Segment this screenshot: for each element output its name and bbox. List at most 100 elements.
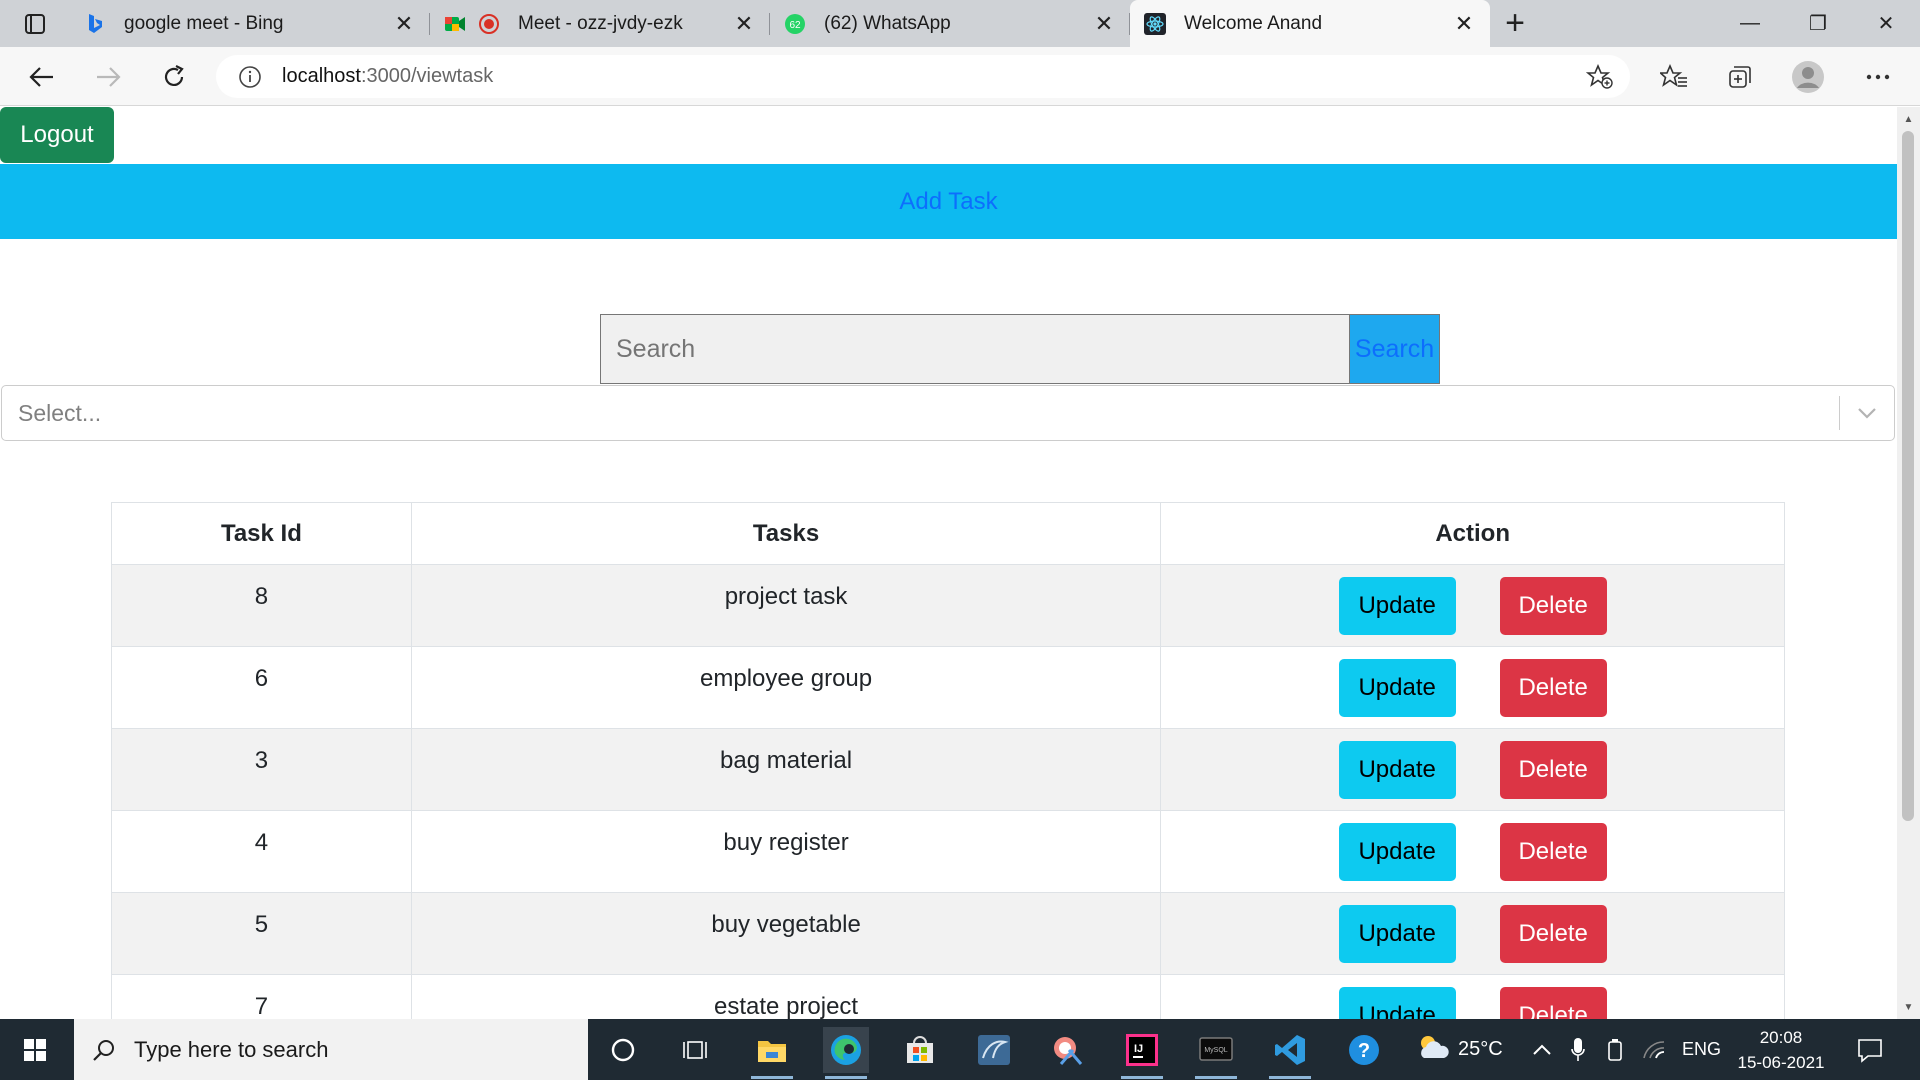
- update-button[interactable]: Update: [1338, 741, 1456, 799]
- table-row: 4 buy register Update Delete: [111, 810, 1785, 893]
- search-input[interactable]: [600, 314, 1350, 384]
- back-icon[interactable]: [22, 57, 62, 97]
- refresh-icon[interactable]: [154, 57, 194, 97]
- delete-button[interactable]: Delete: [1499, 741, 1607, 799]
- tab-google-meet[interactable]: Meet - ozz-jvdy-ezk ✕: [430, 0, 770, 47]
- update-button[interactable]: Update: [1338, 659, 1456, 717]
- tab-label: Meet - ozz-jvdy-ezk: [518, 12, 683, 34]
- delete-button[interactable]: Delete: [1499, 577, 1607, 635]
- search-button[interactable]: Search: [1349, 314, 1440, 384]
- temperature: 25°C: [1458, 1038, 1503, 1060]
- favorites-icon[interactable]: [1654, 57, 1694, 97]
- update-button[interactable]: Update: [1338, 577, 1456, 635]
- close-tab-icon[interactable]: ✕: [1092, 11, 1116, 36]
- microsoft-store-icon[interactable]: [897, 1027, 943, 1073]
- site-info-icon[interactable]: [232, 65, 268, 89]
- file-explorer-icon[interactable]: [749, 1027, 795, 1079]
- system-clock[interactable]: 20:08 15-06-2021: [1735, 1025, 1827, 1075]
- task-name-cell: employee group: [410, 646, 1162, 729]
- close-window-icon[interactable]: ✕: [1852, 0, 1920, 47]
- task-name-cell: project task: [410, 564, 1162, 647]
- weather-widget[interactable]: 25°C: [1414, 1019, 1503, 1080]
- tab-welcome-anand[interactable]: Welcome Anand ✕: [1130, 0, 1490, 47]
- windows-start-icon[interactable]: [0, 1019, 70, 1080]
- mysql-shell-icon[interactable]: MySQL: [1193, 1027, 1239, 1079]
- add-favorite-icon[interactable]: [1585, 63, 1614, 95]
- vscode-icon[interactable]: [1267, 1027, 1313, 1079]
- scroll-down-icon[interactable]: ▼: [1897, 997, 1920, 1017]
- delete-button[interactable]: Delete: [1499, 823, 1607, 881]
- action-cell: Update Delete: [1160, 974, 1785, 1019]
- minimize-icon[interactable]: ―: [1716, 0, 1784, 47]
- browser-tab-strip: google meet - Bing ✕ Meet - ozz-jvdy-ezk…: [0, 0, 1920, 47]
- language-label: ENG: [1682, 1039, 1722, 1059]
- edge-browser-icon[interactable]: [823, 1027, 869, 1079]
- tab-whatsapp[interactable]: 62 (62) WhatsApp ✕: [770, 0, 1130, 47]
- snipping-tool-icon[interactable]: [1045, 1027, 1091, 1073]
- tab-label: (62) WhatsApp: [824, 12, 951, 34]
- close-tab-icon[interactable]: ✕: [732, 11, 756, 36]
- delete-button[interactable]: Delete: [1499, 659, 1607, 717]
- notifications-icon[interactable]: [1856, 1019, 1884, 1080]
- cortana-icon[interactable]: [600, 1027, 646, 1073]
- task-id-cell: 8: [111, 564, 412, 647]
- add-task-bar: Add Task: [0, 164, 1897, 239]
- add-task-link[interactable]: Add Task: [899, 188, 997, 216]
- action-cell: Update Delete: [1160, 892, 1785, 975]
- running-indicator: [1269, 1076, 1311, 1079]
- microphone-icon[interactable]: [1570, 1019, 1586, 1080]
- more-options-icon[interactable]: [1858, 57, 1898, 97]
- delete-button[interactable]: Delete: [1499, 987, 1607, 1019]
- weather-cloud-icon: [1414, 1033, 1452, 1066]
- window-controls: ― ❐ ✕: [1716, 0, 1920, 47]
- mysql-workbench-icon[interactable]: [971, 1027, 1017, 1073]
- clock-date: 15-06-2021: [1737, 1053, 1825, 1072]
- whatsapp-badge: 62: [789, 20, 801, 31]
- show-hidden-icons-icon[interactable]: [1532, 1019, 1552, 1080]
- tab-bing[interactable]: google meet - Bing ✕: [70, 0, 430, 47]
- svg-text:?: ?: [1358, 1040, 1370, 1062]
- tab-actions-icon[interactable]: [0, 0, 70, 47]
- running-indicator: [751, 1076, 793, 1079]
- new-tab-icon[interactable]: +: [1490, 0, 1540, 47]
- battery-icon[interactable]: [1606, 1019, 1626, 1080]
- task-select[interactable]: Select...: [1, 385, 1895, 441]
- task-id-cell: 6: [111, 646, 412, 729]
- close-tab-icon[interactable]: ✕: [1452, 11, 1476, 36]
- react-icon: [1144, 12, 1166, 35]
- table-header-row: Task Id Tasks Action: [111, 502, 1785, 565]
- intellij-idea-icon[interactable]: IJ: [1119, 1027, 1165, 1079]
- windows-taskbar: Type here to search IJ MySQL ? 25°C ENG …: [0, 1019, 1920, 1080]
- close-tab-icon[interactable]: ✕: [392, 11, 416, 36]
- delete-button[interactable]: Delete: [1499, 905, 1607, 963]
- task-id-cell: 4: [111, 810, 412, 893]
- action-cell: Update Delete: [1160, 728, 1785, 811]
- taskbar-search-placeholder: Type here to search: [134, 1036, 329, 1062]
- restore-icon[interactable]: ❐: [1784, 0, 1852, 47]
- taskbar-search-box[interactable]: Type here to search: [74, 1019, 588, 1080]
- wifi-icon[interactable]: [1642, 1019, 1666, 1080]
- language-indicator[interactable]: ENG: [1682, 1019, 1721, 1080]
- update-button[interactable]: Update: [1338, 823, 1456, 881]
- collections-icon[interactable]: [1720, 57, 1760, 97]
- forward-icon[interactable]: [88, 57, 128, 97]
- update-button[interactable]: Update: [1338, 905, 1456, 963]
- scroll-up-icon[interactable]: ▲: [1897, 109, 1920, 129]
- action-cell: Update Delete: [1160, 646, 1785, 729]
- task-id-cell: 7: [111, 974, 412, 1019]
- logout-button[interactable]: Logout: [0, 107, 114, 163]
- whatsapp-icon: 62: [784, 13, 806, 35]
- table-row: 3 bag material Update Delete: [111, 728, 1785, 811]
- task-name-cell: bag material: [410, 728, 1162, 811]
- task-view-icon[interactable]: [673, 1027, 719, 1073]
- scrollbar-thumb[interactable]: [1902, 131, 1914, 821]
- action-cell: Update Delete: [1160, 810, 1785, 893]
- get-help-icon[interactable]: ?: [1341, 1027, 1387, 1073]
- recording-icon: [478, 13, 500, 35]
- address-bar[interactable]: localhost:3000/viewtask: [216, 55, 1630, 98]
- action-cell: Update Delete: [1160, 564, 1785, 647]
- chevron-down-icon[interactable]: [1840, 407, 1894, 419]
- profile-avatar-icon[interactable]: [1788, 57, 1828, 97]
- page-scrollbar[interactable]: ▲ ▼: [1897, 107, 1920, 1019]
- update-button[interactable]: Update: [1338, 987, 1456, 1019]
